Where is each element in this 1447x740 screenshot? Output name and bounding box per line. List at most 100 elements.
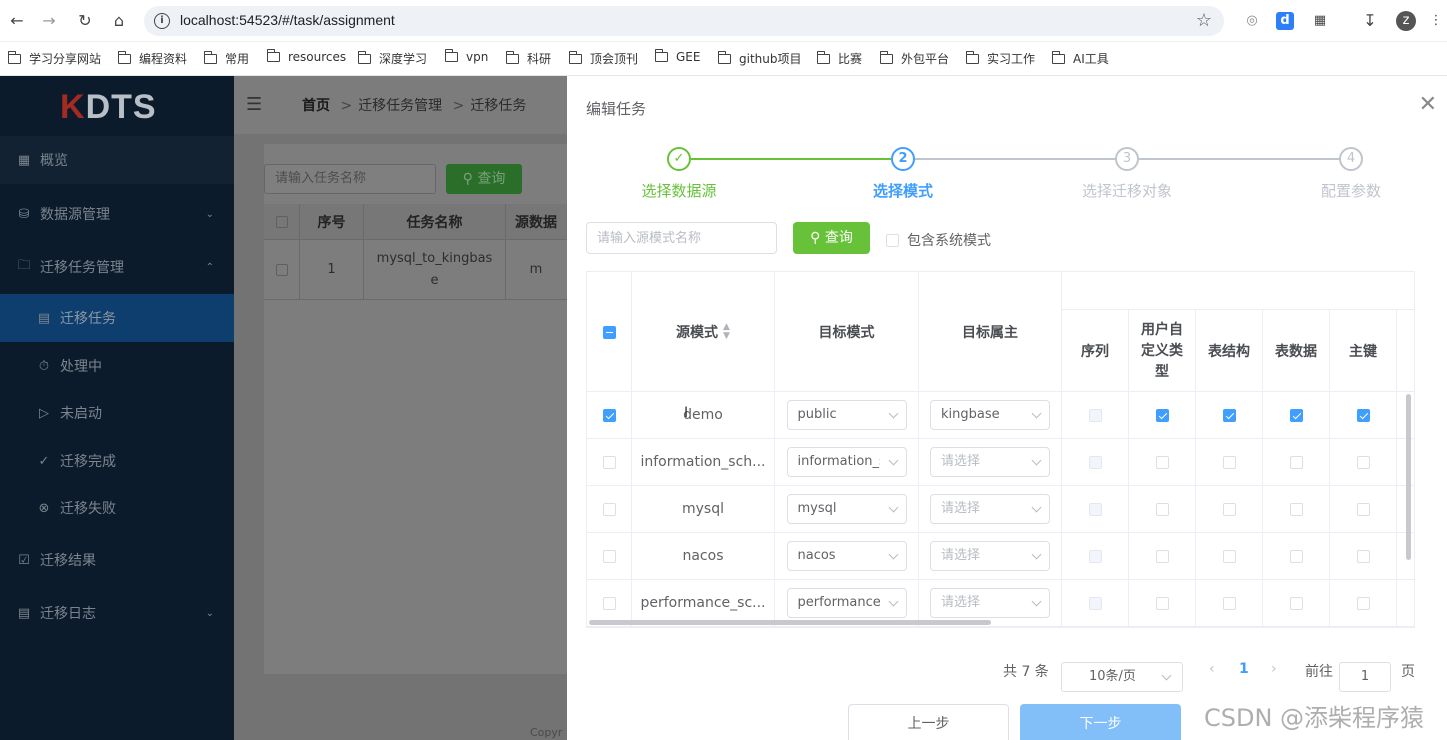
browser-menu-icon[interactable]: ⋮ bbox=[1426, 11, 1446, 31]
page-size-select[interactable]: 10条/页 bbox=[1061, 662, 1183, 692]
bookmark-star-icon[interactable]: ☆ bbox=[1196, 10, 1212, 31]
sequence-checkbox[interactable] bbox=[1088, 596, 1102, 610]
extension-eye-icon[interactable]: ◎ bbox=[1242, 11, 1262, 31]
download-icon[interactable]: ↧ bbox=[1360, 11, 1380, 31]
next-page-icon[interactable]: › bbox=[1271, 661, 1277, 677]
sidebar-item-task-management[interactable]: 🗀 迁移任务管理 ⌃ bbox=[0, 243, 234, 291]
target-owner-select[interactable]: 请选择 bbox=[930, 541, 1050, 571]
structure-checkbox[interactable] bbox=[1222, 549, 1236, 563]
include-system-checkbox[interactable]: 包含系统模式 bbox=[886, 230, 991, 250]
udt-checkbox[interactable] bbox=[1155, 502, 1169, 516]
bookmark-item[interactable]: 顶会顶刊 bbox=[568, 50, 638, 67]
structure-checkbox[interactable] bbox=[1222, 596, 1236, 610]
row-checkbox[interactable] bbox=[602, 408, 616, 422]
bookmark-item[interactable]: github项目 bbox=[717, 50, 802, 67]
row-checkbox[interactable] bbox=[602, 596, 616, 610]
bookmark-item[interactable]: 比赛 bbox=[816, 50, 862, 67]
bookmark-item[interactable]: 常用 bbox=[203, 50, 249, 67]
bookmark-item[interactable]: 学习分享网站 bbox=[7, 50, 101, 67]
bookmark-item[interactable]: 编程资料 bbox=[117, 50, 187, 67]
prev-page-icon[interactable]: ‹ bbox=[1209, 661, 1215, 677]
sequence-checkbox[interactable] bbox=[1088, 549, 1102, 563]
profile-avatar[interactable]: z bbox=[1396, 11, 1416, 31]
structure-checkbox[interactable] bbox=[1222, 408, 1236, 422]
sidebar-item-logs[interactable]: ▤ 迁移日志 ⌄ bbox=[0, 589, 234, 637]
extension-d-icon[interactable]: d bbox=[1276, 12, 1294, 30]
task-search-input[interactable]: 请输入任务名称 bbox=[264, 164, 436, 194]
sequence-checkbox[interactable] bbox=[1088, 502, 1102, 516]
row-checkbox[interactable] bbox=[275, 263, 288, 276]
bookmark-item[interactable]: 科研 bbox=[505, 50, 551, 67]
primary-key-checkbox[interactable] bbox=[1356, 502, 1370, 516]
row-checkbox[interactable] bbox=[602, 502, 616, 516]
next-step-button[interactable]: 下一步 bbox=[1020, 704, 1181, 740]
target-schema-select[interactable]: performance_ bbox=[786, 588, 907, 618]
table-row[interactable]: demo public kingbase bbox=[587, 392, 1414, 439]
target-schema-select[interactable]: information_s bbox=[786, 447, 907, 477]
url-text[interactable]: localhost:54523/#/task/assignment bbox=[180, 12, 395, 28]
primary-key-checkbox[interactable] bbox=[1356, 455, 1370, 469]
bookmark-item[interactable]: AI工具 bbox=[1051, 50, 1109, 67]
schema-search-button[interactable]: ⚲ 查询 bbox=[793, 222, 870, 254]
table-row[interactable]: nacos nacos 请选择 bbox=[587, 533, 1414, 580]
task-search-button[interactable]: ⚲ 查询 bbox=[446, 164, 522, 194]
goto-input[interactable]: 1 bbox=[1339, 662, 1391, 692]
udt-checkbox[interactable] bbox=[1155, 596, 1169, 610]
pager-current[interactable]: 1 bbox=[1239, 661, 1249, 677]
column-source-schema[interactable]: 源模式 ▲ ▼ bbox=[632, 272, 775, 392]
table-row[interactable]: mysql mysql 请选择 bbox=[587, 486, 1414, 533]
data-checkbox[interactable] bbox=[1289, 549, 1303, 563]
sequence-checkbox[interactable] bbox=[1088, 455, 1102, 469]
back-icon[interactable]: ← bbox=[6, 10, 28, 32]
extensions-puzzle-icon[interactable]: ▦ bbox=[1310, 11, 1330, 31]
sidebar-item-tasks[interactable]: ▤ 迁移任务 bbox=[0, 294, 234, 342]
sequence-checkbox[interactable] bbox=[1088, 408, 1102, 422]
data-checkbox[interactable] bbox=[1289, 408, 1303, 422]
include-system-box[interactable] bbox=[886, 233, 899, 247]
bookmark-item[interactable]: 外包平台 bbox=[879, 50, 949, 67]
horizontal-scrollbar[interactable] bbox=[589, 620, 991, 625]
menu-toggle-icon[interactable]: ☰ bbox=[246, 94, 262, 115]
target-owner-select[interactable]: 请选择 bbox=[930, 447, 1050, 477]
schema-search-input[interactable] bbox=[586, 222, 777, 254]
address-bar[interactable]: i localhost:54523/#/task/assignment ☆ bbox=[144, 6, 1224, 36]
bookmark-item[interactable]: vpn bbox=[444, 49, 488, 64]
sidebar-item-datasource[interactable]: ⛁ 数据源管理 ⌄ bbox=[0, 190, 234, 238]
data-checkbox[interactable] bbox=[1289, 455, 1303, 469]
sidebar-item-not-started[interactable]: ▷ 未启动 bbox=[0, 389, 234, 437]
primary-key-checkbox[interactable] bbox=[1356, 408, 1370, 422]
sidebar-item-failed[interactable]: ⊗ 迁移失败 bbox=[0, 484, 234, 532]
primary-key-checkbox[interactable] bbox=[1356, 596, 1370, 610]
bookmark-item[interactable]: GEE bbox=[654, 49, 700, 64]
target-owner-select[interactable]: kingbase bbox=[930, 400, 1050, 430]
target-owner-select[interactable]: 请选择 bbox=[930, 494, 1050, 524]
data-checkbox[interactable] bbox=[1289, 596, 1303, 610]
udt-checkbox[interactable] bbox=[1155, 408, 1169, 422]
table-row[interactable]: information_sch... information_s 请选择 bbox=[587, 439, 1414, 486]
sidebar-item-results[interactable]: ☑ 迁移结果 bbox=[0, 536, 234, 584]
bookmark-item[interactable]: 深度学习 bbox=[357, 50, 427, 67]
close-icon[interactable]: ✕ bbox=[1419, 94, 1437, 116]
select-all-checkbox[interactable] bbox=[602, 325, 616, 339]
prev-step-button[interactable]: 上一步 bbox=[848, 704, 1009, 740]
forward-icon[interactable]: → bbox=[38, 10, 60, 32]
site-info-icon[interactable]: i bbox=[154, 13, 170, 29]
home-icon[interactable]: ⌂ bbox=[108, 10, 130, 32]
vertical-scrollbar[interactable] bbox=[1406, 394, 1411, 560]
sidebar-item-completed[interactable]: ✓ 迁移完成 bbox=[0, 437, 234, 485]
primary-key-checkbox[interactable] bbox=[1356, 549, 1370, 563]
sidebar-item-processing[interactable]: ⏱ 处理中 bbox=[0, 342, 234, 390]
reload-icon[interactable]: ↻ bbox=[74, 10, 96, 32]
select-all-checkbox[interactable] bbox=[275, 215, 288, 228]
sidebar-item-overview[interactable]: ▦ 概览 bbox=[0, 136, 234, 184]
bookmark-item[interactable]: 实习工作 bbox=[965, 50, 1035, 67]
udt-checkbox[interactable] bbox=[1155, 455, 1169, 469]
row-checkbox[interactable] bbox=[602, 455, 616, 469]
target-schema-select[interactable]: mysql bbox=[786, 494, 907, 524]
row-checkbox[interactable] bbox=[602, 549, 616, 563]
udt-checkbox[interactable] bbox=[1155, 549, 1169, 563]
sort-icon[interactable]: ▲ ▼ bbox=[723, 323, 730, 341]
bookmark-item[interactable]: resources bbox=[266, 49, 346, 64]
structure-checkbox[interactable] bbox=[1222, 502, 1236, 516]
target-schema-select[interactable]: public bbox=[786, 400, 907, 430]
